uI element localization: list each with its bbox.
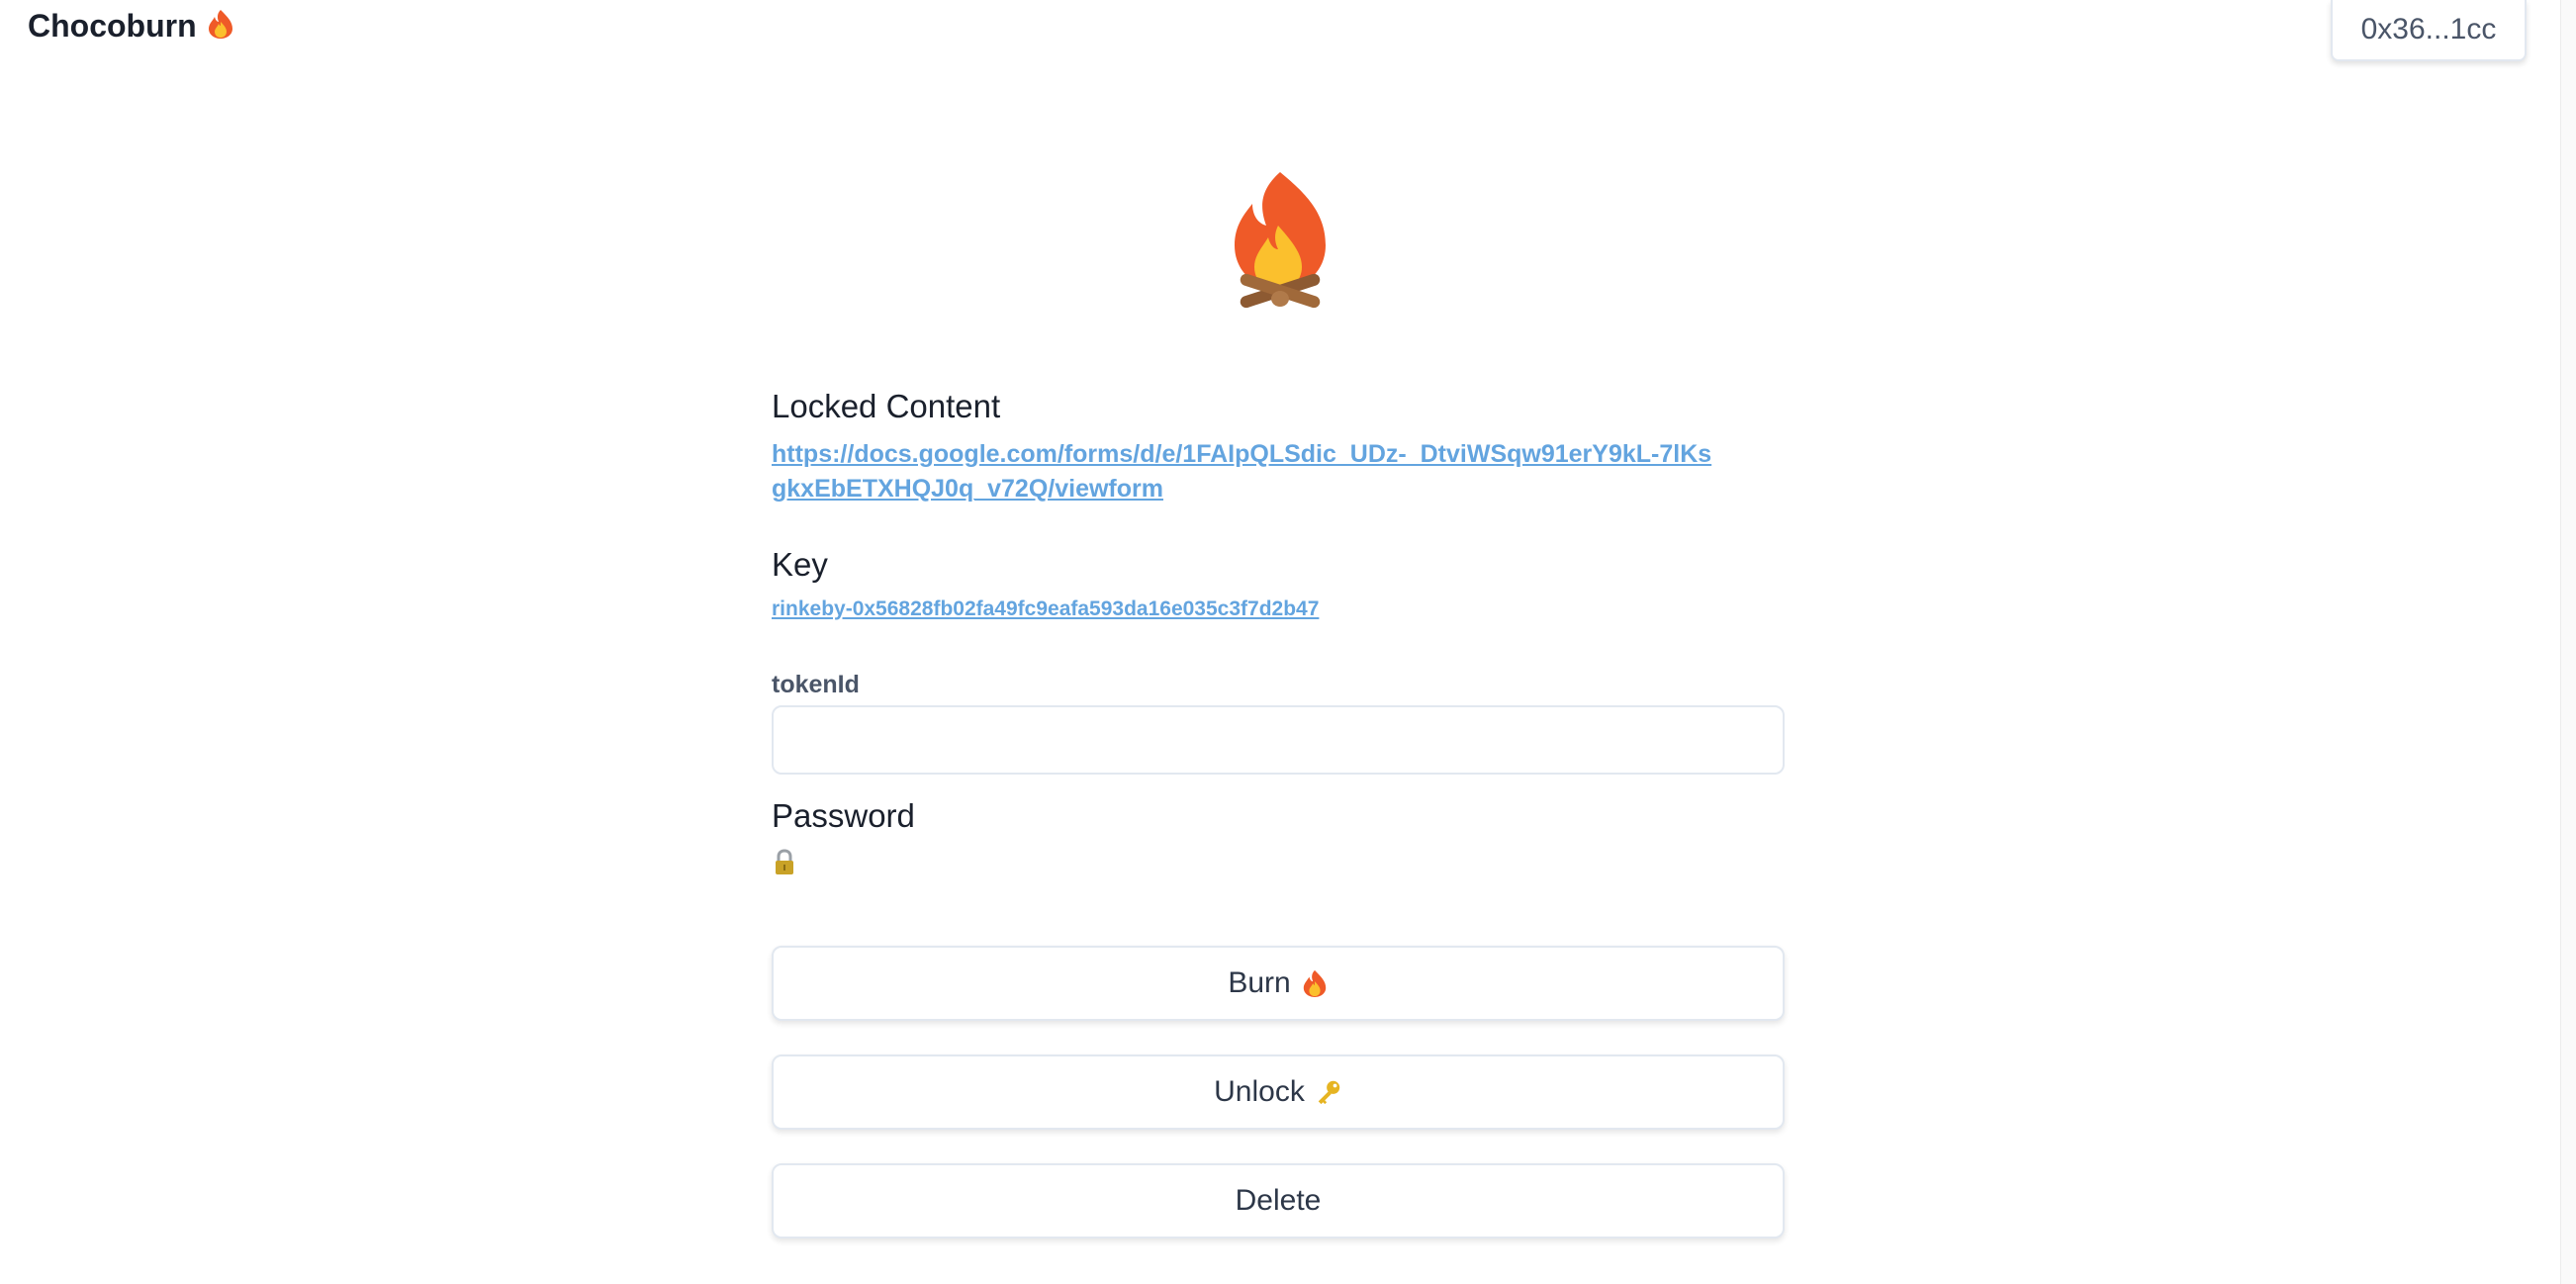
burn-button[interactable]: Burn bbox=[772, 946, 1785, 1021]
fire-icon bbox=[208, 10, 232, 39]
password-heading: Password bbox=[772, 797, 915, 834]
delete-button-label: Delete bbox=[1235, 1184, 1322, 1217]
wallet-address: 0x36...1cc bbox=[2360, 13, 2497, 46]
key-heading: Key bbox=[772, 546, 828, 583]
delete-button[interactable]: Delete bbox=[772, 1163, 1785, 1238]
burn-button-label: Burn bbox=[1228, 966, 1291, 999]
app-title: Chocoburn bbox=[28, 8, 235, 45]
unlock-button-label: Unlock bbox=[1214, 1075, 1305, 1108]
wallet-address-button[interactable]: 0x36...1cc bbox=[2331, 0, 2527, 61]
campfire-icon bbox=[1235, 172, 1326, 309]
locked-content-heading: Locked Content bbox=[772, 388, 1001, 424]
locked-content-link[interactable]: https://docs.google.com/forms/d/e/1FAIpQ… bbox=[772, 437, 1721, 506]
app-title-text: Chocoburn bbox=[28, 8, 197, 44]
key-link[interactable]: rinkeby-0x56828fb02fa49fc9eafa593da16e03… bbox=[772, 597, 1319, 621]
key-icon bbox=[1318, 1080, 1340, 1105]
lock-icon bbox=[776, 849, 793, 874]
token-id-input[interactable] bbox=[772, 705, 1785, 775]
unlock-button[interactable]: Unlock bbox=[772, 1055, 1785, 1130]
token-id-label: tokenId bbox=[772, 671, 860, 698]
scrollbar[interactable] bbox=[2560, 0, 2576, 1284]
fire-icon bbox=[1303, 969, 1326, 997]
